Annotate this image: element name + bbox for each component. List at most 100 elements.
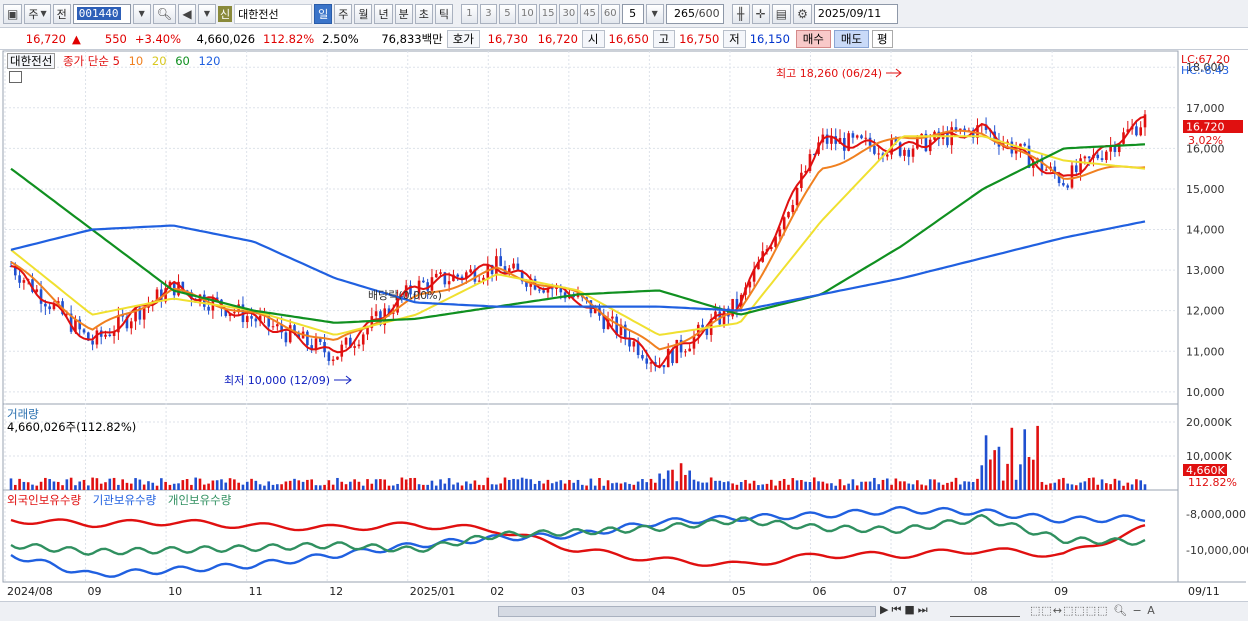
count-input[interactable]: 265/600 (665, 3, 724, 24)
interval-3-button[interactable]: 3 (479, 3, 497, 24)
volume-bar (469, 483, 472, 490)
volume-bar (804, 481, 807, 490)
market-select-value: 주 (28, 7, 39, 21)
eval-button[interactable]: 평 (872, 29, 893, 48)
volume-bar (769, 479, 773, 490)
volume-bar (1019, 464, 1022, 490)
volume-bar (709, 477, 713, 490)
bid-label: 호가 (446, 29, 480, 48)
period-year-button[interactable]: 년 (374, 3, 393, 24)
volume-bar (164, 481, 167, 490)
volume-bar (374, 479, 378, 490)
buy-button[interactable]: 매수 (795, 29, 831, 48)
x-axis-label: 05 (732, 585, 746, 598)
interval-1-button[interactable]: 1 (460, 3, 478, 24)
volume-bar (585, 485, 588, 490)
date-value: 2025/09/11 (817, 7, 882, 20)
candle-body (1066, 185, 1069, 188)
interval-5-button[interactable]: 5 (498, 3, 516, 24)
volume-bar (654, 482, 657, 490)
volume-bar (280, 484, 283, 490)
candle-body (795, 188, 799, 206)
candle-body (1062, 183, 1065, 186)
date-input[interactable]: 2025/09/11 (813, 3, 898, 24)
candle-body (276, 324, 279, 327)
candle-body (344, 337, 348, 345)
holding-pane-legend: 외국인보유수량 기관보유수량 개인보유수량 (7, 492, 231, 508)
volume-bar (589, 478, 593, 490)
scrollbar-thumb[interactable] (498, 606, 876, 617)
interval-30-button[interactable]: 30 (559, 3, 579, 24)
interval-input[interactable]: 5 (621, 3, 644, 24)
interval-60-button[interactable]: 60 (600, 3, 620, 24)
sound-button[interactable]: ◀ (177, 3, 196, 24)
search-button[interactable]: 🔍︎ (152, 3, 176, 24)
interval-45-button[interactable]: 45 (580, 3, 599, 24)
volume-bar (1130, 484, 1134, 490)
price-chart-svg[interactable]: 18,00017,00016,00015,00014,00013,00012,0… (0, 50, 1248, 621)
market-select[interactable]: 주 ▼ (24, 3, 51, 24)
volume-bar (778, 480, 782, 490)
volume-bar (357, 481, 361, 490)
prev-button[interactable]: 전 (52, 3, 71, 24)
volume-bar (843, 485, 846, 490)
volume-bar (499, 483, 502, 490)
sell-button[interactable]: 매도 (833, 29, 870, 48)
volume-bar (134, 478, 137, 490)
institution-holding-legend: 기관보유수량 (92, 493, 157, 507)
volume-bar (224, 482, 228, 490)
volume-bar (314, 485, 318, 490)
period-month-button[interactable]: 월 (354, 3, 373, 24)
volume-bar (636, 481, 640, 490)
volume-bar (714, 480, 717, 490)
candle-body (1100, 158, 1104, 160)
volume-bar (761, 484, 765, 490)
volume-bar (649, 478, 653, 490)
volume-bar (306, 479, 309, 490)
volume-bar (65, 479, 69, 490)
volume-bar (615, 482, 618, 490)
volume-bar (821, 481, 825, 490)
drawing-tools[interactable]: ⬚⬚↔⬚⬚⬚⬚ 🔍︎ − A (1030, 604, 1156, 617)
volume-bar (572, 482, 576, 490)
interval-dropdown-button[interactable]: ▼ (645, 3, 664, 24)
volume-bar (56, 481, 60, 490)
chart-scrollbar[interactable]: ▶⏮■⏭ ⬚⬚↔⬚⬚⬚⬚ 🔍︎ − A (0, 601, 1248, 621)
high-annotation: 최고 18,260 (06/24) (776, 67, 882, 80)
stock-code-input[interactable]: 001440 (72, 3, 131, 24)
interval-10-button[interactable]: 10 (517, 3, 537, 24)
stock-name-field[interactable]: 대한전선 (234, 3, 313, 24)
zoom-slider[interactable] (950, 605, 1020, 617)
scroll-controls[interactable]: ▶⏮■⏭ (880, 603, 931, 617)
volume-bar (336, 477, 339, 490)
period-day-button[interactable]: 일 (314, 3, 333, 24)
volume-bar (503, 477, 507, 490)
interval-15-button[interactable]: 15 (538, 3, 558, 24)
settings-button[interactable]: ⚙ (793, 3, 812, 24)
layout-icon[interactable]: ▣ (3, 3, 23, 24)
volume-bar (576, 479, 580, 490)
period-week-button[interactable]: 주 (334, 3, 353, 24)
volume-bar (941, 484, 945, 490)
period-tick-button[interactable]: 틱 (434, 3, 453, 24)
volume-bar (1066, 483, 1069, 490)
volume-bar (1143, 484, 1147, 490)
period-minute-button[interactable]: 분 (394, 3, 413, 24)
volume-bar (22, 481, 26, 490)
sound-dropdown-button[interactable]: ▼ (197, 3, 216, 24)
code-dropdown-button[interactable]: ▼ (132, 3, 151, 24)
volume-bar (688, 470, 691, 490)
chart-area[interactable]: 18,000 17,000 16,000 15,000 14,000 13,000 12,0… (0, 50, 1248, 621)
candle-body (142, 307, 146, 320)
volume-bar (997, 446, 1001, 490)
volume-bar (379, 479, 382, 490)
save-button[interactable]: ▤ (771, 3, 792, 24)
volume-bar (172, 483, 176, 490)
stock-label[interactable]: 대한전선 (7, 53, 56, 69)
candle-type-button[interactable]: ╫ (731, 3, 750, 24)
volume-bar (662, 478, 666, 490)
stock-type-tag: 신 (217, 5, 233, 22)
crosshair-button[interactable]: ✛ (751, 3, 770, 24)
period-second-button[interactable]: 초 (414, 3, 433, 24)
table-icon[interactable] (9, 71, 22, 83)
